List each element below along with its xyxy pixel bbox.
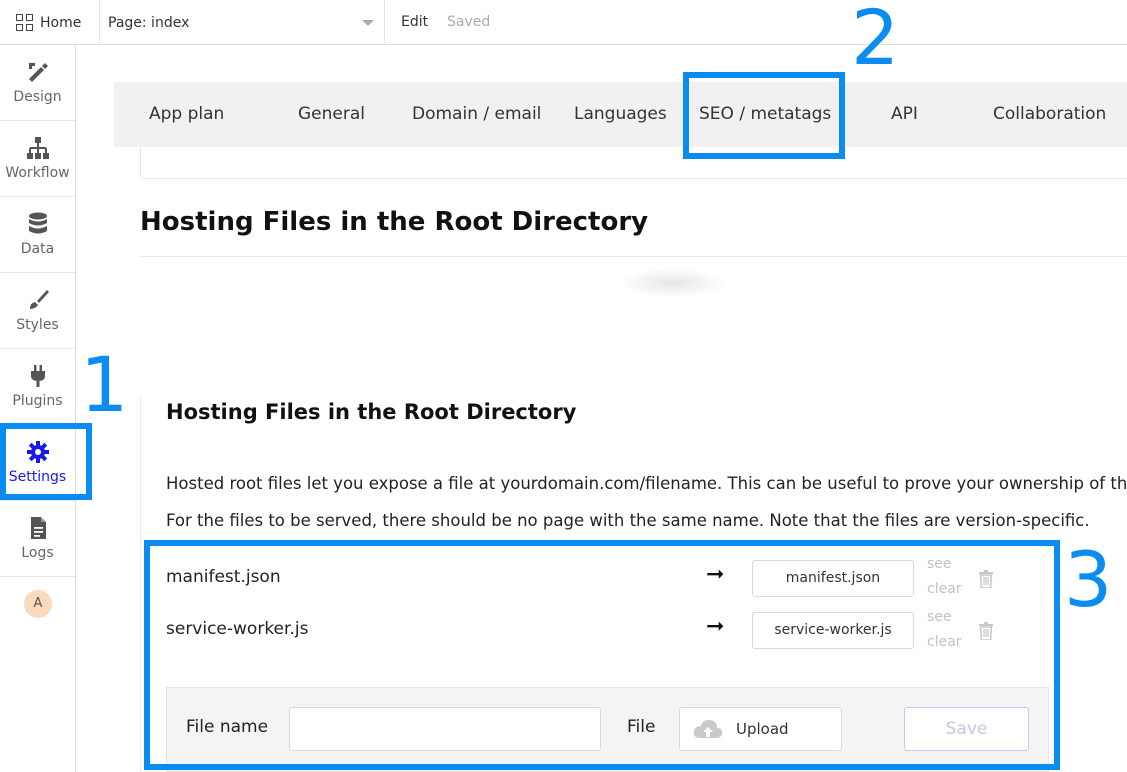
tab-collaboration[interactable]: Collaboration (993, 82, 1106, 147)
avatar[interactable]: A (24, 590, 52, 618)
tab-api[interactable]: API (891, 82, 918, 147)
divider (140, 256, 1127, 257)
workflow-icon (25, 135, 51, 161)
page-selector-label: Page: index (108, 14, 190, 31)
sidebar-item-label: Plugins (12, 393, 63, 409)
description-text: Hosted root files let you expose a file … (166, 474, 1127, 493)
tab-languages[interactable]: Languages (574, 82, 667, 147)
blurred-region (618, 268, 728, 298)
home-button[interactable]: Home (0, 0, 100, 45)
database-icon (25, 211, 51, 237)
annotation-number: 3 (1064, 535, 1113, 624)
sidebar-item-label: Design (13, 89, 62, 105)
card-title: Hosting Files in the Root Directory (166, 400, 577, 424)
top-bar: Home Page: index Edit Saved (0, 0, 1127, 45)
divider (140, 395, 141, 772)
sidebar-item-plugins[interactable]: Plugins (0, 349, 75, 425)
brush-icon (25, 287, 51, 313)
tab-domain-email[interactable]: Domain / email (412, 82, 541, 147)
sidebar-item-label: Logs (21, 545, 54, 561)
document-icon (25, 515, 51, 541)
sidebar-item-label: Data (20, 241, 55, 257)
home-label: Home (40, 14, 82, 31)
sidebar-item-styles[interactable]: Styles (0, 273, 75, 349)
sidebar: Design Workflow Data Styles Plugins Sett… (0, 45, 76, 772)
tab-content-frame (140, 147, 1127, 179)
highlight-box-settings (0, 423, 92, 500)
section-title: Hosting Files in the Root Directory (140, 207, 649, 237)
settings-tab-bar: App plan General Domain / email Language… (114, 82, 1127, 147)
description-text: For the files to be served, there should… (166, 511, 1090, 530)
edit-menu[interactable]: Edit (401, 14, 428, 30)
chevron-down-icon (362, 20, 374, 26)
page-selector[interactable]: Page: index (101, 0, 385, 45)
sidebar-item-logs[interactable]: Logs (0, 501, 75, 577)
grid-icon (16, 14, 33, 31)
tab-general[interactable]: General (298, 82, 365, 147)
plug-icon (25, 363, 51, 389)
highlight-box-files (144, 540, 1060, 770)
annotation-number: 2 (851, 0, 900, 82)
sidebar-item-workflow[interactable]: Workflow (0, 121, 75, 197)
tab-app-plan[interactable]: App plan (149, 82, 224, 147)
annotation-number: 1 (80, 340, 129, 429)
design-icon (25, 59, 51, 85)
sidebar-item-label: Workflow (5, 165, 70, 181)
sidebar-item-label: Styles (16, 317, 59, 333)
save-status: Saved (447, 14, 491, 30)
sidebar-item-data[interactable]: Data (0, 197, 75, 273)
sidebar-item-design[interactable]: Design (0, 45, 75, 121)
highlight-box-seo-tab (683, 72, 845, 159)
